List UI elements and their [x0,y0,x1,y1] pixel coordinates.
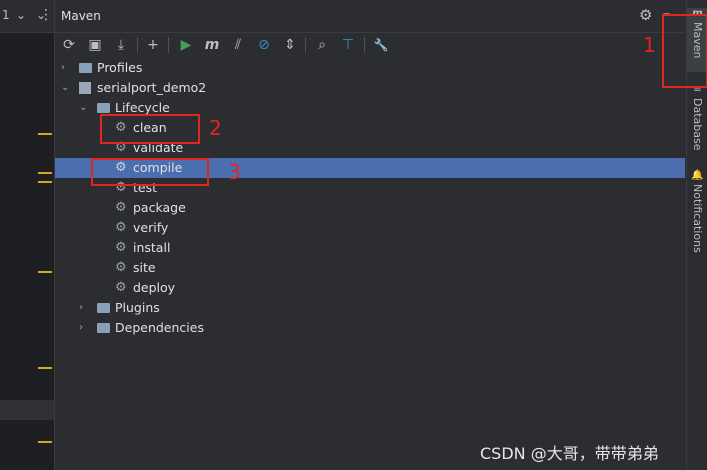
change-marker [38,172,52,174]
tree-node-profiles[interactable]: › Profiles [55,58,685,78]
watermark-text: CSDN @大哥，带带弟弟 [480,444,659,463]
run-icon[interactable]: ▶ [176,35,196,55]
tab-database[interactable]: ≡ Database [687,84,707,156]
change-marker [38,181,52,183]
tree-node-label: Plugins [115,300,160,315]
tab-label: Database [691,98,704,151]
tree-node-label: serialport_demo2 [97,80,207,95]
toolbar-separator [137,37,138,53]
chevron-down-icon[interactable]: ⌄ [61,78,69,98]
tree-node-project[interactable]: ⌄ serialport_demo2 [55,78,685,98]
gear-icon: ⚙ [115,280,127,295]
change-marker [38,441,52,443]
more-menu-icon[interactable]: ⋮ [39,7,53,23]
annotation-box-maven-tab [662,14,707,88]
gear-icon: ⚙ [115,260,127,275]
execute-goal-icon[interactable]: m [202,35,222,55]
download-icon[interactable]: ⤓ [111,35,131,55]
add-maven-project-icon[interactable]: ▣ [85,35,105,55]
toolbar-separator [168,37,169,53]
lifecycle-goal-install[interactable]: ⚙ install [55,238,685,258]
annotation-box-compile [91,158,209,186]
chevron-down-icon[interactable]: ⌄ [79,98,87,118]
chevron-right-icon[interactable]: › [79,318,83,338]
toggle-offline-icon[interactable]: ⫽ [228,35,248,55]
change-marker [38,271,52,273]
skip-tests-icon[interactable]: ⊘ [254,35,274,55]
tree-node-dependencies[interactable]: › Dependencies [55,318,685,338]
annotation-box-clean [100,114,200,144]
dependencies-icon [97,318,110,340]
line-number: 1 [2,8,10,22]
tree-node-label: Dependencies [115,320,204,335]
analyze-dependencies-icon[interactable]: ⌕ [312,35,332,55]
lifecycle-goal-package[interactable]: ⚙ package [55,198,685,218]
gear-icon: ⚙ [115,220,127,235]
goal-label: site [133,260,156,275]
maven-toolbar: ⟳ ▣ ⤓ + ▶ m ⫽ ⊘ ⇕ ⌕ ⊤ 🔧 [55,33,685,57]
tab-notifications[interactable]: 🔔 Notifications [687,170,707,262]
goal-label: install [133,240,171,255]
editor-highlight-line [0,400,54,420]
gear-icon: ⚙ [115,200,127,215]
lifecycle-goal-deploy[interactable]: ⚙ deploy [55,278,685,298]
annotation-number: 2 [209,116,222,140]
tree-node-label: Profiles [97,60,143,75]
goal-label: package [133,200,186,215]
lifecycle-goal-site[interactable]: ⚙ site [55,258,685,278]
tab-label: Notifications [691,184,704,253]
chevron-right-icon[interactable]: › [79,298,83,318]
chevron-down-icon[interactable]: ⌄ [16,8,26,22]
tool-window-header: ⋮ Maven ⚙ – [39,0,685,33]
reload-icon[interactable]: ⟳ [59,35,79,55]
tool-window-title: Maven [61,9,101,23]
annotation-number: 3 [228,160,241,184]
collapse-all-icon[interactable]: ⇕ [280,35,300,55]
show-diagram-icon[interactable]: ⊤ [338,35,358,55]
change-marker [38,133,52,135]
goal-label: deploy [133,280,176,295]
toolbar-separator [305,37,306,53]
change-marker [38,367,52,369]
folder-icon [79,58,92,80]
bell-icon: 🔔 [691,170,704,181]
editor-gutter-strip: 1 ⌄ ⌄ [0,0,55,470]
toolbar-separator [364,37,365,53]
add-icon[interactable]: + [143,35,163,55]
goal-label: verify [133,220,169,235]
gear-icon: ⚙ [115,240,127,255]
folder-icon [97,298,110,320]
settings-wrench-icon[interactable]: 🔧 [371,35,391,55]
tree-node-plugins[interactable]: › Plugins [55,298,685,318]
annotation-number: 1 [643,33,656,57]
lifecycle-goal-verify[interactable]: ⚙ verify [55,218,685,238]
chevron-right-icon[interactable]: › [61,58,65,78]
maven-tool-window: ⋮ Maven ⚙ – ⟳ ▣ ⤓ + ▶ m ⫽ ⊘ ⇕ ⌕ ⊤ 🔧 › Pr… [39,0,685,470]
gear-icon[interactable]: ⚙ [639,6,652,24]
